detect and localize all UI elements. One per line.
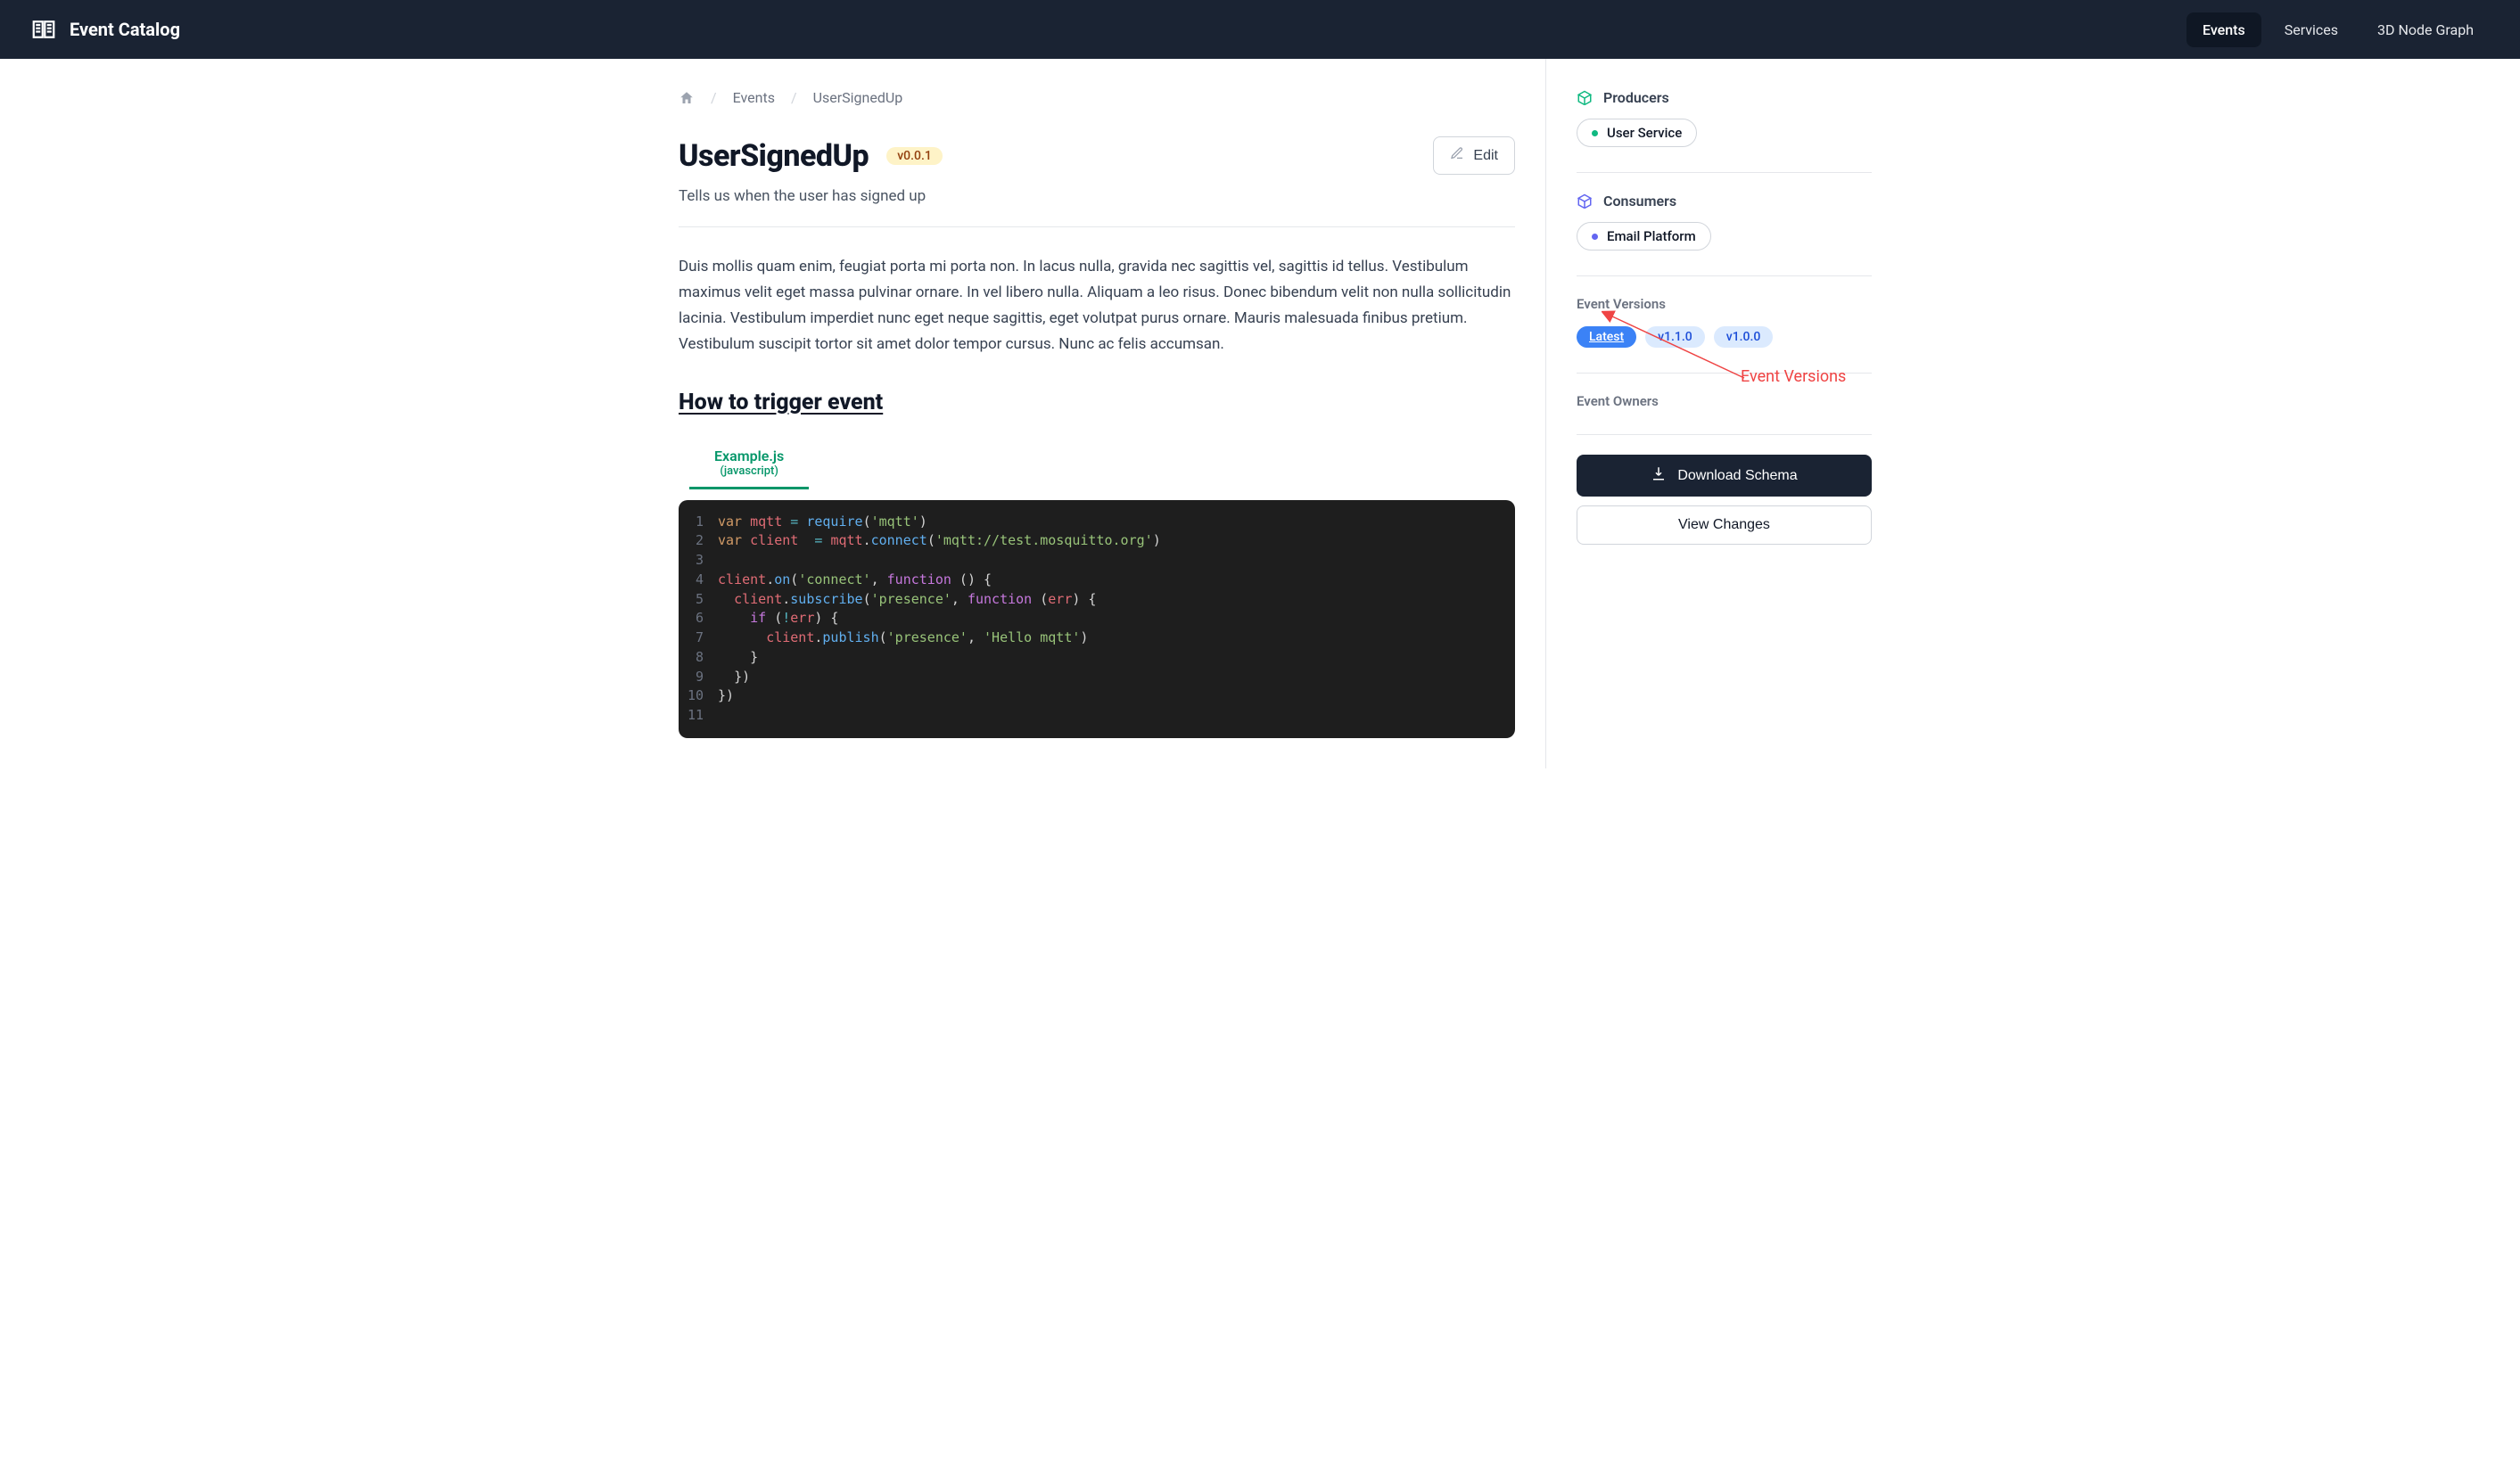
- version-pill[interactable]: v1.1.0: [1645, 326, 1705, 348]
- code-tab-name: Example.js: [714, 448, 784, 464]
- version-pill-latest[interactable]: Latest: [1577, 326, 1636, 348]
- status-dot-icon: [1592, 234, 1598, 240]
- code-block: 1var mqtt = require('mqtt') 2var client …: [679, 500, 1515, 738]
- cube-icon: [1577, 90, 1593, 106]
- divider: [1577, 373, 1872, 374]
- brand[interactable]: Event Catalog: [30, 16, 180, 43]
- view-changes-button[interactable]: View Changes: [1577, 505, 1872, 545]
- code-tab[interactable]: Example.js (javascript): [689, 440, 809, 489]
- breadcrumb-separator: /: [791, 89, 797, 106]
- divider: [1577, 434, 1872, 435]
- annotation-label: Event Versions: [1741, 367, 1846, 386]
- download-icon: [1651, 465, 1667, 486]
- home-icon[interactable]: [679, 90, 695, 106]
- page-title: UserSignedUp: [679, 138, 869, 174]
- nav-events[interactable]: Events: [2186, 12, 2261, 47]
- top-bar: Event Catalog Events Services 3D Node Gr…: [0, 0, 2520, 59]
- page-subtitle: Tells us when the user has signed up: [679, 187, 1515, 205]
- producer-chip[interactable]: User Service: [1577, 119, 1697, 147]
- breadcrumb: / Events / UserSignedUp: [679, 89, 1515, 106]
- breadcrumb-separator: /: [711, 89, 717, 106]
- version-badge: v0.0.1: [886, 147, 943, 165]
- producers-label: Producers: [1603, 89, 1669, 106]
- edit-button[interactable]: Edit: [1433, 136, 1515, 175]
- consumers-heading: Consumers: [1577, 193, 1872, 209]
- main-content: / Events / UserSignedUp UserSignedUp v0.…: [618, 59, 1545, 768]
- download-schema-button[interactable]: Download Schema: [1577, 455, 1872, 497]
- divider: [1577, 172, 1872, 173]
- pencil-icon: [1450, 146, 1464, 165]
- nav-3d-node-graph[interactable]: 3D Node Graph: [2361, 12, 2490, 47]
- version-pill[interactable]: v1.0.0: [1714, 326, 1774, 348]
- consumer-name: Email Platform: [1607, 228, 1696, 244]
- download-label: Download Schema: [1677, 468, 1797, 484]
- book-icon: [30, 16, 57, 43]
- cube-icon: [1577, 193, 1593, 209]
- producer-name: User Service: [1607, 125, 1682, 141]
- brand-title: Event Catalog: [70, 19, 180, 40]
- page-body: Duis mollis quam enim, feugiat porta mi …: [679, 254, 1515, 357]
- breadcrumb-events[interactable]: Events: [733, 89, 775, 106]
- sidebar: Producers User Service Consumers Email P…: [1545, 59, 1902, 768]
- consumers-label: Consumers: [1603, 193, 1676, 209]
- top-nav: Events Services 3D Node Graph: [2186, 12, 2490, 47]
- breadcrumb-current: UserSignedUp: [813, 89, 903, 106]
- version-pills: Latest v1.1.0 v1.0.0: [1577, 326, 1872, 348]
- divider: [679, 226, 1515, 227]
- owners-heading: Event Owners: [1577, 393, 1872, 409]
- consumer-chip[interactable]: Email Platform: [1577, 222, 1711, 251]
- versions-heading: Event Versions: [1577, 296, 1872, 312]
- code-tab-sub: (javascript): [720, 464, 778, 478]
- nav-services[interactable]: Services: [2269, 12, 2354, 47]
- producers-heading: Producers: [1577, 89, 1872, 106]
- divider: [1577, 275, 1872, 276]
- section-heading: How to trigger event: [679, 390, 1515, 415]
- edit-label: Edit: [1473, 148, 1498, 164]
- status-dot-icon: [1592, 130, 1598, 136]
